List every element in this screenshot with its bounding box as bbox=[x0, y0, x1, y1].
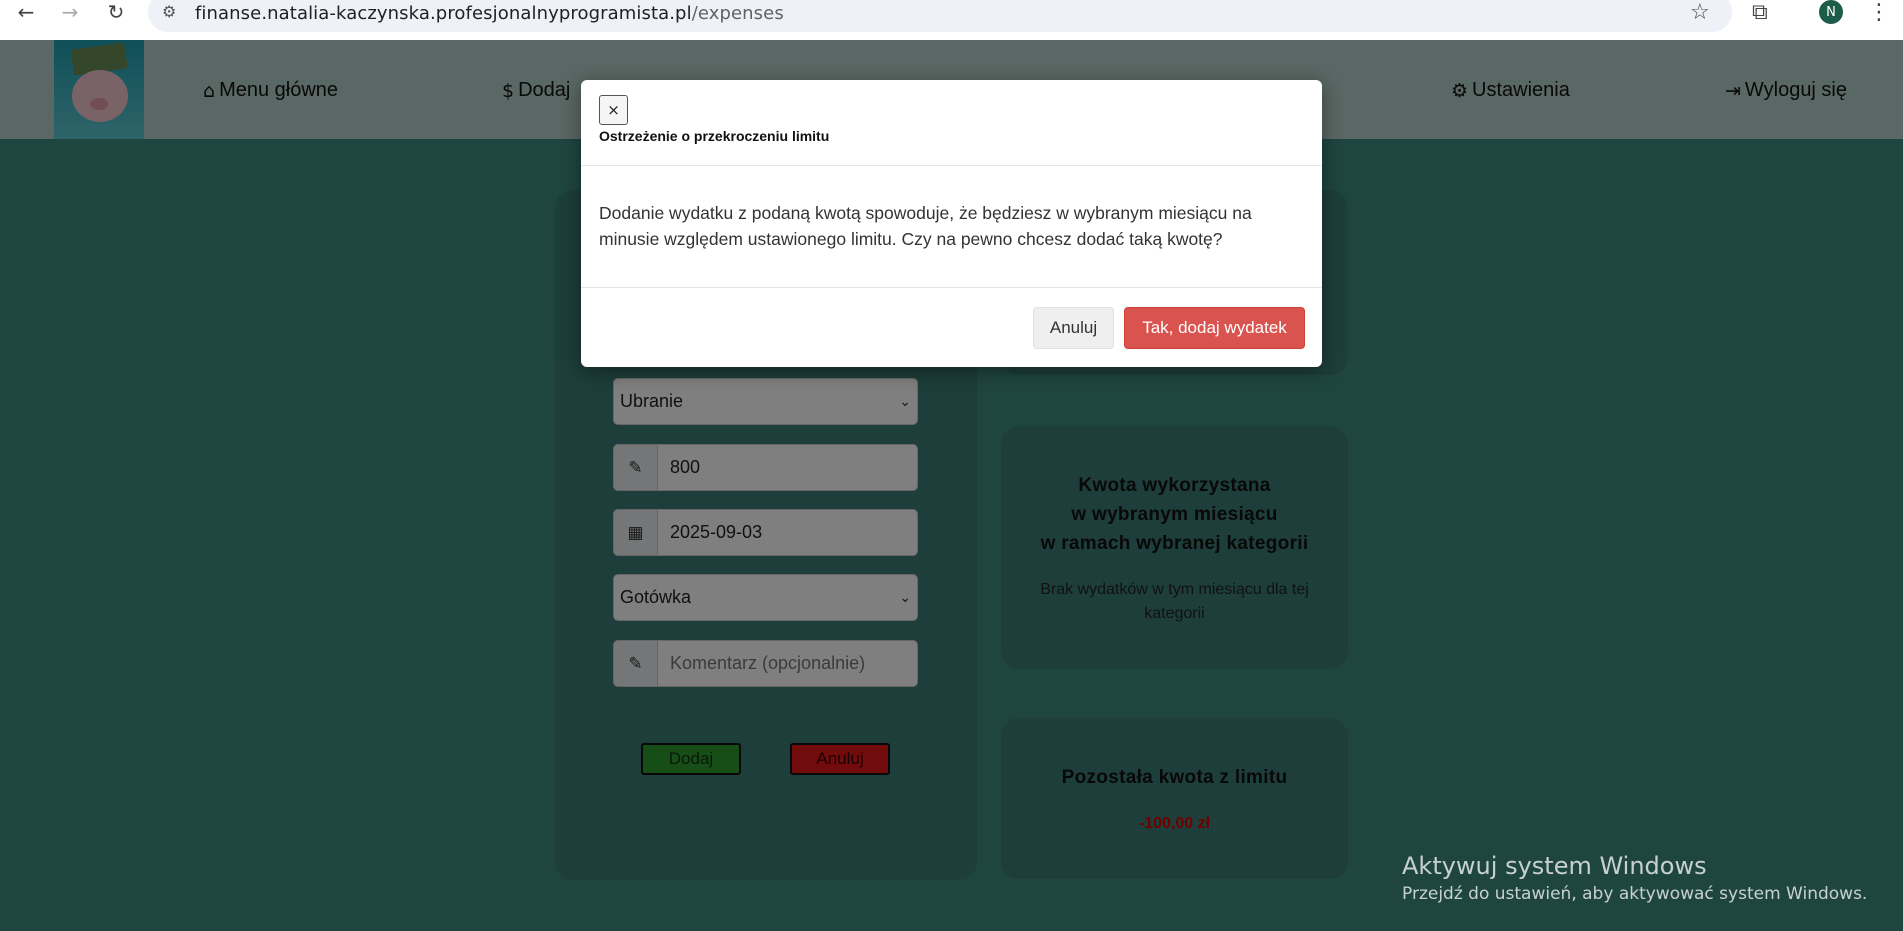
modal-body-text: Dodanie wydatku z podaną kwotą spowoduje… bbox=[599, 203, 1252, 249]
extensions-icon[interactable]: ⧉ bbox=[1752, 0, 1768, 25]
modal-cancel-button[interactable]: Anuluj bbox=[1033, 307, 1114, 349]
back-icon[interactable]: ← bbox=[14, 0, 38, 24]
modal-divider bbox=[581, 287, 1322, 288]
modal-title: Ostrzeżenie o przekroczeniu limitu bbox=[599, 128, 830, 144]
url-text[interactable]: finanse.natalia-kaczynska.profesjonalnyp… bbox=[195, 3, 784, 24]
limit-warning-modal: × Ostrzeżenie o przekroczeniu limitu Dod… bbox=[581, 80, 1322, 367]
modal-divider bbox=[581, 165, 1322, 166]
reload-icon[interactable]: ↻ bbox=[104, 0, 128, 24]
site-settings-icon[interactable]: ⚙ bbox=[162, 2, 176, 21]
browser-menu-icon[interactable]: ⋮ bbox=[1868, 0, 1890, 25]
modal-confirm-button[interactable]: Tak, dodaj wydatek bbox=[1124, 307, 1305, 349]
close-button[interactable]: × bbox=[599, 95, 628, 125]
forward-icon[interactable]: → bbox=[58, 0, 82, 24]
windows-activation-subtitle: Przejdź do ustawień, aby aktywować syste… bbox=[1402, 884, 1868, 904]
profile-avatar[interactable]: N bbox=[1819, 0, 1843, 24]
browser-toolbar: ← → ↻ ⚙ finanse.natalia-kaczynska.profes… bbox=[0, 0, 1903, 40]
windows-activation-title: Aktywuj system Windows bbox=[1402, 852, 1707, 880]
bookmark-star-icon[interactable]: ☆ bbox=[1690, 0, 1710, 25]
